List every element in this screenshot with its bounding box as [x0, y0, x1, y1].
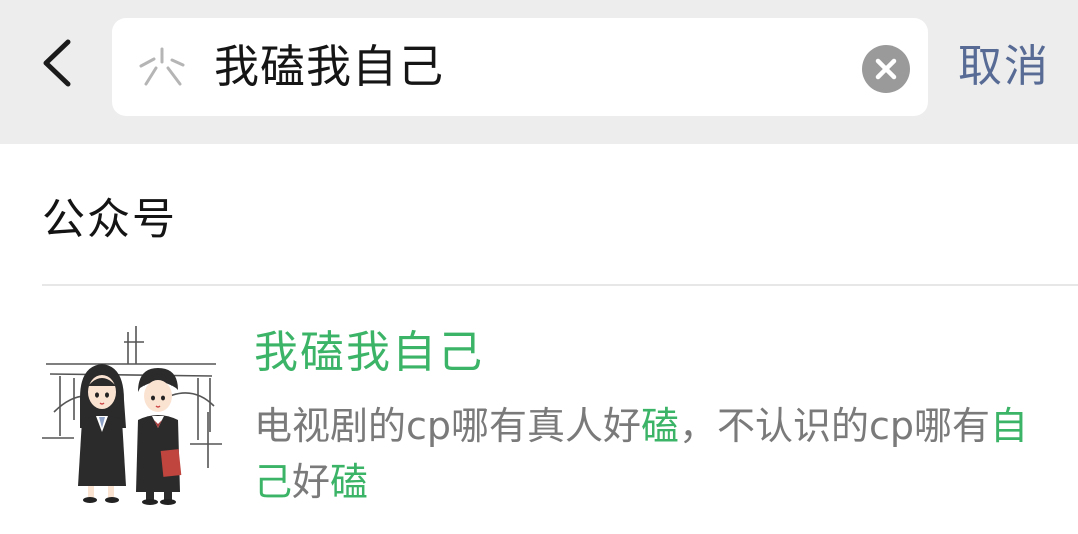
desc-text: ，不认识的cp哪有 [679, 404, 991, 448]
search-input[interactable]: 我磕我自己 [112, 18, 928, 116]
search-query-text[interactable]: 我磕我自己 [214, 18, 444, 116]
account-avatar[interactable] [40, 316, 224, 506]
result-item-official-account[interactable]: 我磕我自己 电视剧的cp哪有真人好磕，不认识的cp哪有自己好磕 [0, 286, 1078, 534]
back-button[interactable] [30, 30, 90, 94]
clear-button[interactable] [862, 45, 910, 93]
desc-text: 电视剧的cp哪有真人好 [254, 404, 642, 448]
clear-circle-icon [875, 58, 897, 80]
result-account-name[interactable]: 我磕我自己 [254, 322, 484, 384]
result-account-description: 电视剧的cp哪有真人好磕，不认识的cp哪有自己好磕 [254, 398, 1044, 510]
chevron-left-icon [43, 39, 71, 87]
cartoon-couple-avatar-icon [42, 326, 222, 505]
desc-text: 好 [292, 460, 331, 504]
search-header: 我磕我自己 取消 [0, 0, 1078, 144]
desc-highlight: 磕 [330, 460, 369, 504]
sparkle-search-icon [139, 47, 185, 86]
desc-highlight: 磕 [641, 404, 680, 448]
cancel-button[interactable]: 取消 [958, 18, 1050, 116]
section-title-official-accounts: 公众号 [42, 195, 177, 245]
